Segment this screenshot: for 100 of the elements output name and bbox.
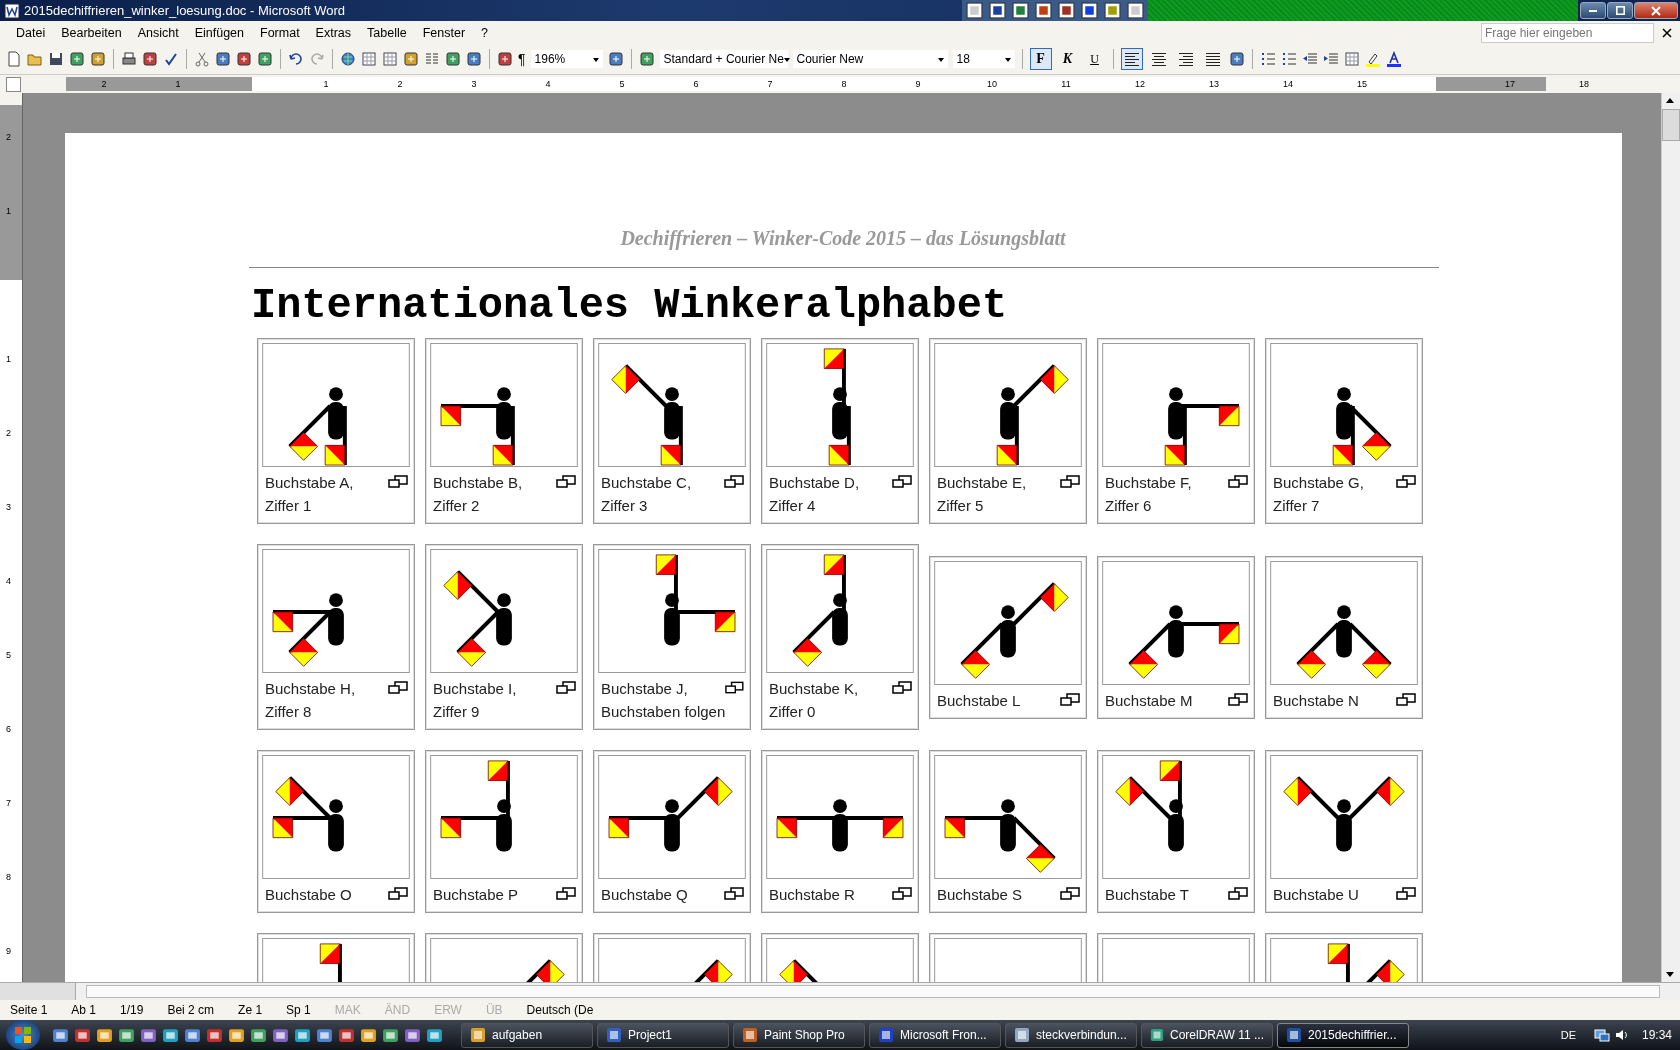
taskbar-button[interactable]: Paint Shop Pro xyxy=(733,1022,865,1048)
caption-icon xyxy=(724,887,744,901)
show-formatting-button[interactable]: ¶ xyxy=(518,51,526,67)
format-button[interactable]: K xyxy=(1056,48,1079,70)
decrease-indent-icon[interactable] xyxy=(1301,51,1318,67)
caption-text: Ziffer 7 xyxy=(1273,496,1321,516)
menu-item[interactable]: Format xyxy=(252,25,308,40)
ruler-number: 6 xyxy=(6,724,11,734)
maximize-button[interactable] xyxy=(1607,2,1633,19)
ruler-number: 2 xyxy=(397,78,403,91)
close-icon xyxy=(1651,5,1661,16)
caption-text: Buchstabe G, xyxy=(1273,473,1365,493)
ruler-number: 2 xyxy=(101,78,107,91)
caption-text: Ziffer 3 xyxy=(601,496,649,516)
ruler-number: 2 xyxy=(6,132,11,142)
network-icon[interactable] xyxy=(1593,1027,1610,1043)
caption-text: Buchstabe U xyxy=(1273,885,1360,905)
horizontal-scrollbar[interactable] xyxy=(86,985,1660,998)
status-item: 1/19 xyxy=(120,1003,144,1017)
menu-item[interactable]: Extras xyxy=(307,25,360,40)
ruler-number: 4 xyxy=(545,78,551,91)
caption-text: Buchstabe A, xyxy=(265,473,355,493)
caption-text: Ziffer 0 xyxy=(769,702,817,722)
status-item: Bei 2 cm xyxy=(167,1003,215,1017)
format-button[interactable]: U xyxy=(1083,48,1106,70)
caption-text: Buchstabe L xyxy=(937,690,1022,711)
caption-text: Buchstabe S xyxy=(937,885,1024,905)
new-document-icon[interactable] xyxy=(6,51,22,67)
menu-item[interactable]: Bearbeiten xyxy=(53,25,130,40)
language-indicator[interactable]: DE xyxy=(1560,1029,1576,1041)
caption-icon xyxy=(1228,475,1248,489)
format-button[interactable]: F xyxy=(1029,48,1052,70)
align-left-button[interactable] xyxy=(1120,48,1143,70)
numbered-list-icon[interactable] xyxy=(1259,51,1276,67)
menu-item[interactable]: ? xyxy=(473,25,496,40)
save-icon[interactable] xyxy=(48,51,64,67)
font-size-dropdown[interactable]: 18 xyxy=(952,50,1015,68)
caption-text: Ziffer 8 xyxy=(265,702,313,722)
status-item: Ab 1 xyxy=(71,1003,97,1017)
open-folder-icon[interactable] xyxy=(27,51,43,67)
ruler-number: 13 xyxy=(1209,78,1219,91)
font-color-icon[interactable] xyxy=(1385,51,1402,67)
caption-text: Buchstabe H, xyxy=(265,679,357,699)
taskbar-button[interactable]: CorelDRAW 11 ... xyxy=(1141,1022,1273,1048)
minimize-button[interactable] xyxy=(1580,2,1606,19)
caption-icon xyxy=(1060,887,1080,901)
columns-icon[interactable] xyxy=(424,51,440,67)
ruler-number: 10 xyxy=(987,78,997,91)
caption-icon xyxy=(1228,692,1248,707)
start-button[interactable] xyxy=(6,1020,40,1050)
menu-item[interactable]: Einfügen xyxy=(186,25,252,40)
ruler-number: 1 xyxy=(6,206,11,216)
clock[interactable]: 19:34 xyxy=(1641,1028,1672,1042)
menu-item[interactable]: Datei xyxy=(8,25,54,40)
tab-selector[interactable] xyxy=(6,76,21,92)
font-dropdown[interactable]: Courier New xyxy=(792,50,948,68)
speaker-icon[interactable] xyxy=(1613,1027,1630,1043)
ruler-number: 1 xyxy=(175,78,181,91)
insert-table-icon[interactable] xyxy=(382,51,398,67)
help-search-field[interactable]: Frage hier eingeben xyxy=(1481,22,1654,43)
ruler-number: 12 xyxy=(1135,78,1145,91)
ruler-number: 9 xyxy=(6,946,11,956)
menu-item[interactable]: Ansicht xyxy=(129,25,187,40)
close-button[interactable] xyxy=(1634,2,1678,19)
menu-item[interactable]: Tabelle xyxy=(359,25,415,40)
scroll-thumb[interactable] xyxy=(1662,109,1680,141)
zoom-dropdown[interactable]: 196% xyxy=(530,50,603,68)
table-grid-icon[interactable] xyxy=(361,51,377,67)
menu-item[interactable]: Fenster xyxy=(414,25,474,40)
taskbar-button[interactable]: aufgaben xyxy=(461,1022,593,1048)
taskbar-button[interactable]: Project1 xyxy=(597,1022,729,1048)
caption-text: Buchstabe F, xyxy=(1105,473,1193,493)
caption-text: Ziffer 1 xyxy=(265,496,313,516)
taskbar-button[interactable]: Microsoft Fron... xyxy=(869,1022,1001,1048)
word-document-icon xyxy=(4,2,20,19)
spelling-check-icon[interactable] xyxy=(163,51,179,67)
caption-icon xyxy=(388,887,408,901)
taskbar-button[interactable]: steckverbindun... xyxy=(1005,1022,1137,1048)
undo-icon[interactable] xyxy=(288,51,304,67)
caption-icon xyxy=(892,681,912,695)
status-item: ÜB xyxy=(485,1003,503,1017)
caption-text: Buchstabe D, xyxy=(769,473,861,493)
caption-text: Buchstabe Q xyxy=(601,885,689,905)
status-item: ERW xyxy=(434,1003,462,1017)
highlighter-icon[interactable] xyxy=(1364,51,1381,67)
vertical-scrollbar[interactable] xyxy=(1661,93,1680,982)
ruler-number: 3 xyxy=(471,78,477,91)
caption-text: Buchstabe E, xyxy=(937,473,1028,493)
globe-link-icon[interactable] xyxy=(340,51,356,67)
close-icon[interactable] xyxy=(1662,27,1672,38)
caption-text: Buchstabe M xyxy=(1105,690,1194,711)
style-dropdown[interactable]: Standard + Courier Ne xyxy=(659,50,788,68)
print-icon[interactable] xyxy=(121,51,137,67)
cut-icon[interactable] xyxy=(194,51,210,67)
increase-indent-icon[interactable] xyxy=(1322,51,1339,67)
caption-text: Buchstabe O xyxy=(265,885,353,905)
taskbar-button[interactable]: 2015dechiffrier... xyxy=(1277,1022,1409,1048)
caption-icon xyxy=(556,475,576,489)
caption-icon xyxy=(892,887,912,901)
bullet-list-icon[interactable] xyxy=(1280,51,1297,67)
